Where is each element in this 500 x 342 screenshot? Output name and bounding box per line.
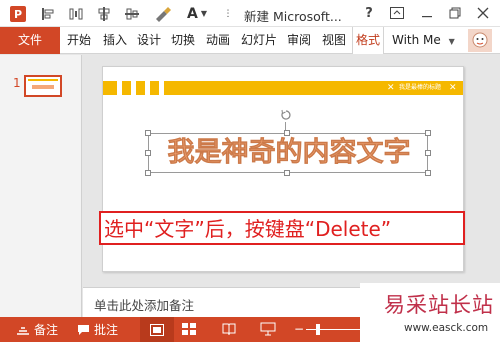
rotate-handle-icon[interactable] xyxy=(280,109,292,121)
instruction-text: 选中“文字”后，按键盘“Delete” xyxy=(104,217,392,241)
font-color-button[interactable]: A ▼ xyxy=(184,4,210,23)
normal-view-button[interactable] xyxy=(140,317,174,342)
chevron-down-icon: ▼ xyxy=(200,9,207,18)
slide-header-title: 我是最棒的标题 xyxy=(399,84,442,91)
title-bar: P A ▼ ⋮ 新建 Microsoft... ? xyxy=(0,0,500,27)
svg-text:P: P xyxy=(14,8,22,21)
powerpoint-logo-icon: P xyxy=(8,4,28,23)
wordart-text[interactable]: 我是神奇的内容文字 xyxy=(149,135,429,171)
ribbon-display-options-icon[interactable] xyxy=(386,3,408,23)
resize-handle[interactable] xyxy=(145,130,151,136)
slide-canvas[interactable]: ✕ 我是最棒的标题 ✕ 我是神奇的内容文字 选中“文字”后，按键盘“Delete… xyxy=(99,66,465,272)
restore-icon[interactable] xyxy=(444,3,466,23)
resize-handle[interactable] xyxy=(145,170,151,176)
format-painter-icon[interactable] xyxy=(152,4,174,23)
projector-icon xyxy=(260,322,276,336)
account-button[interactable]: With Me ▼ xyxy=(392,27,464,54)
slide-number: 1 xyxy=(13,76,21,90)
watermark-url: www.easck.com xyxy=(404,322,489,334)
align-middle-icon[interactable] xyxy=(122,4,142,23)
resize-handle[interactable] xyxy=(425,130,431,136)
slide-sorter-button[interactable] xyxy=(182,323,196,339)
ribbon-tab-bar: 文件 开始 插入 设计 切换 动画 幻灯片 审阅 视图 格式 With Me ▼ xyxy=(0,27,500,54)
slideshow-button[interactable] xyxy=(260,322,276,339)
help-button[interactable]: ? xyxy=(358,3,380,23)
avatar[interactable] xyxy=(468,29,492,52)
tab-design[interactable]: 设计 xyxy=(134,27,164,54)
tab-slideshow[interactable]: 幻灯片 xyxy=(238,27,280,54)
watermark-brand: 易采站长站 xyxy=(384,293,494,317)
normal-view-icon xyxy=(150,323,164,336)
notes-toggle-button[interactable]: 备注 xyxy=(16,322,58,337)
tab-transitions[interactable]: 切换 xyxy=(168,27,198,54)
customize-toolbar-icon[interactable]: ⋮ xyxy=(222,4,234,23)
minimize-icon[interactable] xyxy=(416,3,438,23)
tab-animations[interactable]: 动画 xyxy=(202,27,234,54)
align-left-icon[interactable] xyxy=(38,4,58,23)
resize-handle[interactable] xyxy=(425,150,431,156)
resize-handle[interactable] xyxy=(145,150,151,156)
zoom-slider[interactable] xyxy=(306,329,366,330)
comments-toggle-button[interactable]: 批注 xyxy=(77,322,118,337)
notes-placeholder: 单击此处添加备注 xyxy=(94,298,195,313)
thumbnail-text xyxy=(32,85,54,89)
reading-view-button[interactable] xyxy=(222,323,236,339)
book-icon xyxy=(222,323,236,336)
tab-review[interactable]: 审阅 xyxy=(284,27,314,54)
tab-insert[interactable]: 插入 xyxy=(100,27,130,54)
watermark: 易采站长站 www.easck.com xyxy=(360,283,500,342)
zoom-out-button[interactable]: − xyxy=(294,323,304,335)
chevron-down-icon: ▼ xyxy=(448,37,455,46)
tab-format[interactable]: 格式 xyxy=(352,27,384,54)
instruction-callout: 选中“文字”后，按键盘“Delete” xyxy=(99,211,465,245)
tab-view[interactable]: 视图 xyxy=(318,27,350,54)
distribute-icon[interactable] xyxy=(66,4,86,23)
close-icon: ✕ xyxy=(387,83,395,93)
close-icon: ✕ xyxy=(449,83,457,93)
thumbnail-bar xyxy=(28,79,58,81)
wordart-textbox[interactable]: 我是神奇的内容文字 xyxy=(148,133,428,173)
slide-thumbnail-pane: 1 xyxy=(0,55,82,317)
resize-handle[interactable] xyxy=(284,170,290,176)
tab-file[interactable]: 文件 xyxy=(0,27,60,54)
tab-home[interactable]: 开始 xyxy=(64,27,94,54)
notes-icon xyxy=(17,326,29,335)
account-name: With Me xyxy=(392,33,441,47)
slide-thumbnail[interactable] xyxy=(24,75,62,97)
close-icon[interactable] xyxy=(472,3,494,23)
zoom-slider-thumb[interactable] xyxy=(316,324,320,335)
align-center-icon[interactable] xyxy=(94,4,114,23)
comment-icon xyxy=(78,324,89,335)
resize-handle[interactable] xyxy=(425,170,431,176)
resize-handle[interactable] xyxy=(284,130,290,136)
window-title: 新建 Microsoft... xyxy=(244,9,342,24)
slide-sorter-icon xyxy=(182,323,196,335)
